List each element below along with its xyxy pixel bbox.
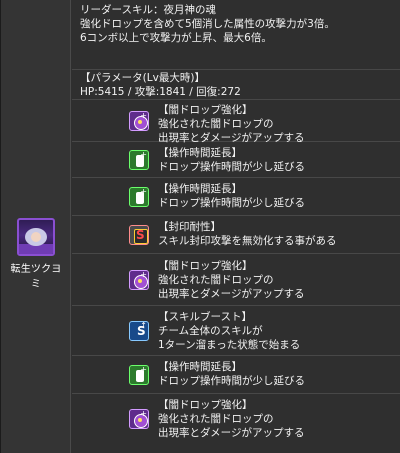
awakening-row: + 【操作時間延長】 ドロップ操作時間が少し延びる bbox=[72, 356, 400, 394]
awakening-title: 【操作時間延長】 bbox=[158, 183, 242, 195]
awakening-row: + 【闇ドロップ強化】 強化された闇ドロップの 出現率とダメージがアップする bbox=[72, 100, 400, 144]
dark-drop-boost-icon: + bbox=[129, 409, 149, 429]
awakening-title: 【スキルブースト】 bbox=[158, 311, 252, 323]
parameters-heading: 【パラメータ(Lv最大時)】 bbox=[80, 72, 205, 84]
parameters-values: HP:5415 / 攻撃:1841 / 回復:272 bbox=[80, 86, 241, 98]
monster-info-panel: 転生ツクヨミ リーダースキル：夜月神の魂 強化ドロップを含めて5個消した属性の攻… bbox=[0, 0, 400, 453]
awakening-desc-line1: ドロップ操作時間が少し延びる bbox=[158, 161, 305, 173]
awakening-desc-line1: ドロップ操作時間が少し延びる bbox=[158, 375, 305, 387]
awakening-desc-line1: スキル封印攻撃を無効化する事がある bbox=[158, 235, 337, 247]
leader-skill-section: リーダースキル：夜月神の魂 強化ドロップを含めて5個消した属性の攻撃力が3倍。 … bbox=[72, 0, 400, 70]
awakening-list: + 【闇ドロップ強化】 強化された闇ドロップの 出現率とダメージがアップする +… bbox=[72, 100, 400, 442]
character-name: 転生ツクヨミ bbox=[10, 264, 62, 290]
awakening-row: + 【闇ドロップ強化】 強化された闇ドロップの 出現率とダメージがアップする bbox=[72, 254, 400, 306]
dark-drop-boost-icon: + bbox=[129, 270, 149, 290]
awakening-desc-line2: 出現率とダメージがアップする bbox=[158, 427, 305, 439]
awakening-row: S 【封印耐性】 スキル封印攻撃を無効化する事がある bbox=[72, 216, 400, 254]
awakening-title: 【操作時間延長】 bbox=[158, 147, 242, 159]
time-extend-icon: + bbox=[129, 150, 149, 170]
leader-skill-line2: 6コンボ以上で攻撃力が上昇、最大6倍。 bbox=[80, 32, 272, 44]
awakening-desc-line2: 1ターン溜まった状態で始まる bbox=[158, 339, 301, 351]
skill-boost-icon: S ↑ bbox=[129, 321, 149, 341]
awakening-row: + 【操作時間延長】 ドロップ操作時間が少し延びる bbox=[72, 142, 400, 178]
awakening-desc-line1: 強化された闇ドロップの bbox=[158, 118, 274, 130]
skill-bind-resist-icon: S bbox=[129, 225, 149, 245]
time-extend-icon: + bbox=[129, 187, 149, 207]
character-column: 転生ツクヨミ bbox=[1, 0, 71, 453]
awakening-title: 【闇ドロップ強化】 bbox=[158, 260, 253, 272]
leader-skill-title: リーダースキル：夜月神の魂 bbox=[80, 4, 216, 16]
awakening-row: + 【闇ドロップ強化】 強化された闇ドロップの 出現率とダメージがアップする bbox=[72, 394, 400, 442]
awakening-desc-line1: 強化された闇ドロップの bbox=[158, 274, 274, 286]
parameters-section: 【パラメータ(Lv最大時)】 HP:5415 / 攻撃:1841 / 回復:27… bbox=[72, 70, 400, 100]
awakening-desc-line1: チーム全体のスキルが bbox=[158, 325, 263, 337]
character-card[interactable]: 転生ツクヨミ bbox=[8, 218, 64, 290]
awakening-row: + 【操作時間延長】 ドロップ操作時間が少し延びる bbox=[72, 178, 400, 216]
awakening-title: 【操作時間延長】 bbox=[158, 361, 242, 373]
leader-skill-line1: 強化ドロップを含めて5個消した属性の攻撃力が3倍。 bbox=[80, 18, 335, 30]
portrait-face bbox=[31, 232, 41, 242]
awakening-desc-line1: ドロップ操作時間が少し延びる bbox=[158, 197, 305, 209]
awakening-desc-line1: 強化された闇ドロップの bbox=[158, 413, 274, 425]
awakening-title: 【闇ドロップ強化】 bbox=[158, 399, 253, 411]
awakening-title: 【闇ドロップ強化】 bbox=[158, 104, 253, 116]
character-portrait-icon[interactable] bbox=[17, 218, 55, 256]
awakening-row: S ↑ 【スキルブースト】 チーム全体のスキルが 1ターン溜まった状態で始まる bbox=[72, 306, 400, 356]
dark-drop-boost-icon: + bbox=[129, 111, 149, 131]
awakening-title: 【封印耐性】 bbox=[158, 221, 221, 233]
awakening-desc-line2: 出現率とダメージがアップする bbox=[158, 288, 305, 300]
time-extend-icon: + bbox=[129, 365, 149, 385]
details-content: リーダースキル：夜月神の魂 強化ドロップを含めて5個消した属性の攻撃力が3倍。 … bbox=[72, 0, 400, 453]
